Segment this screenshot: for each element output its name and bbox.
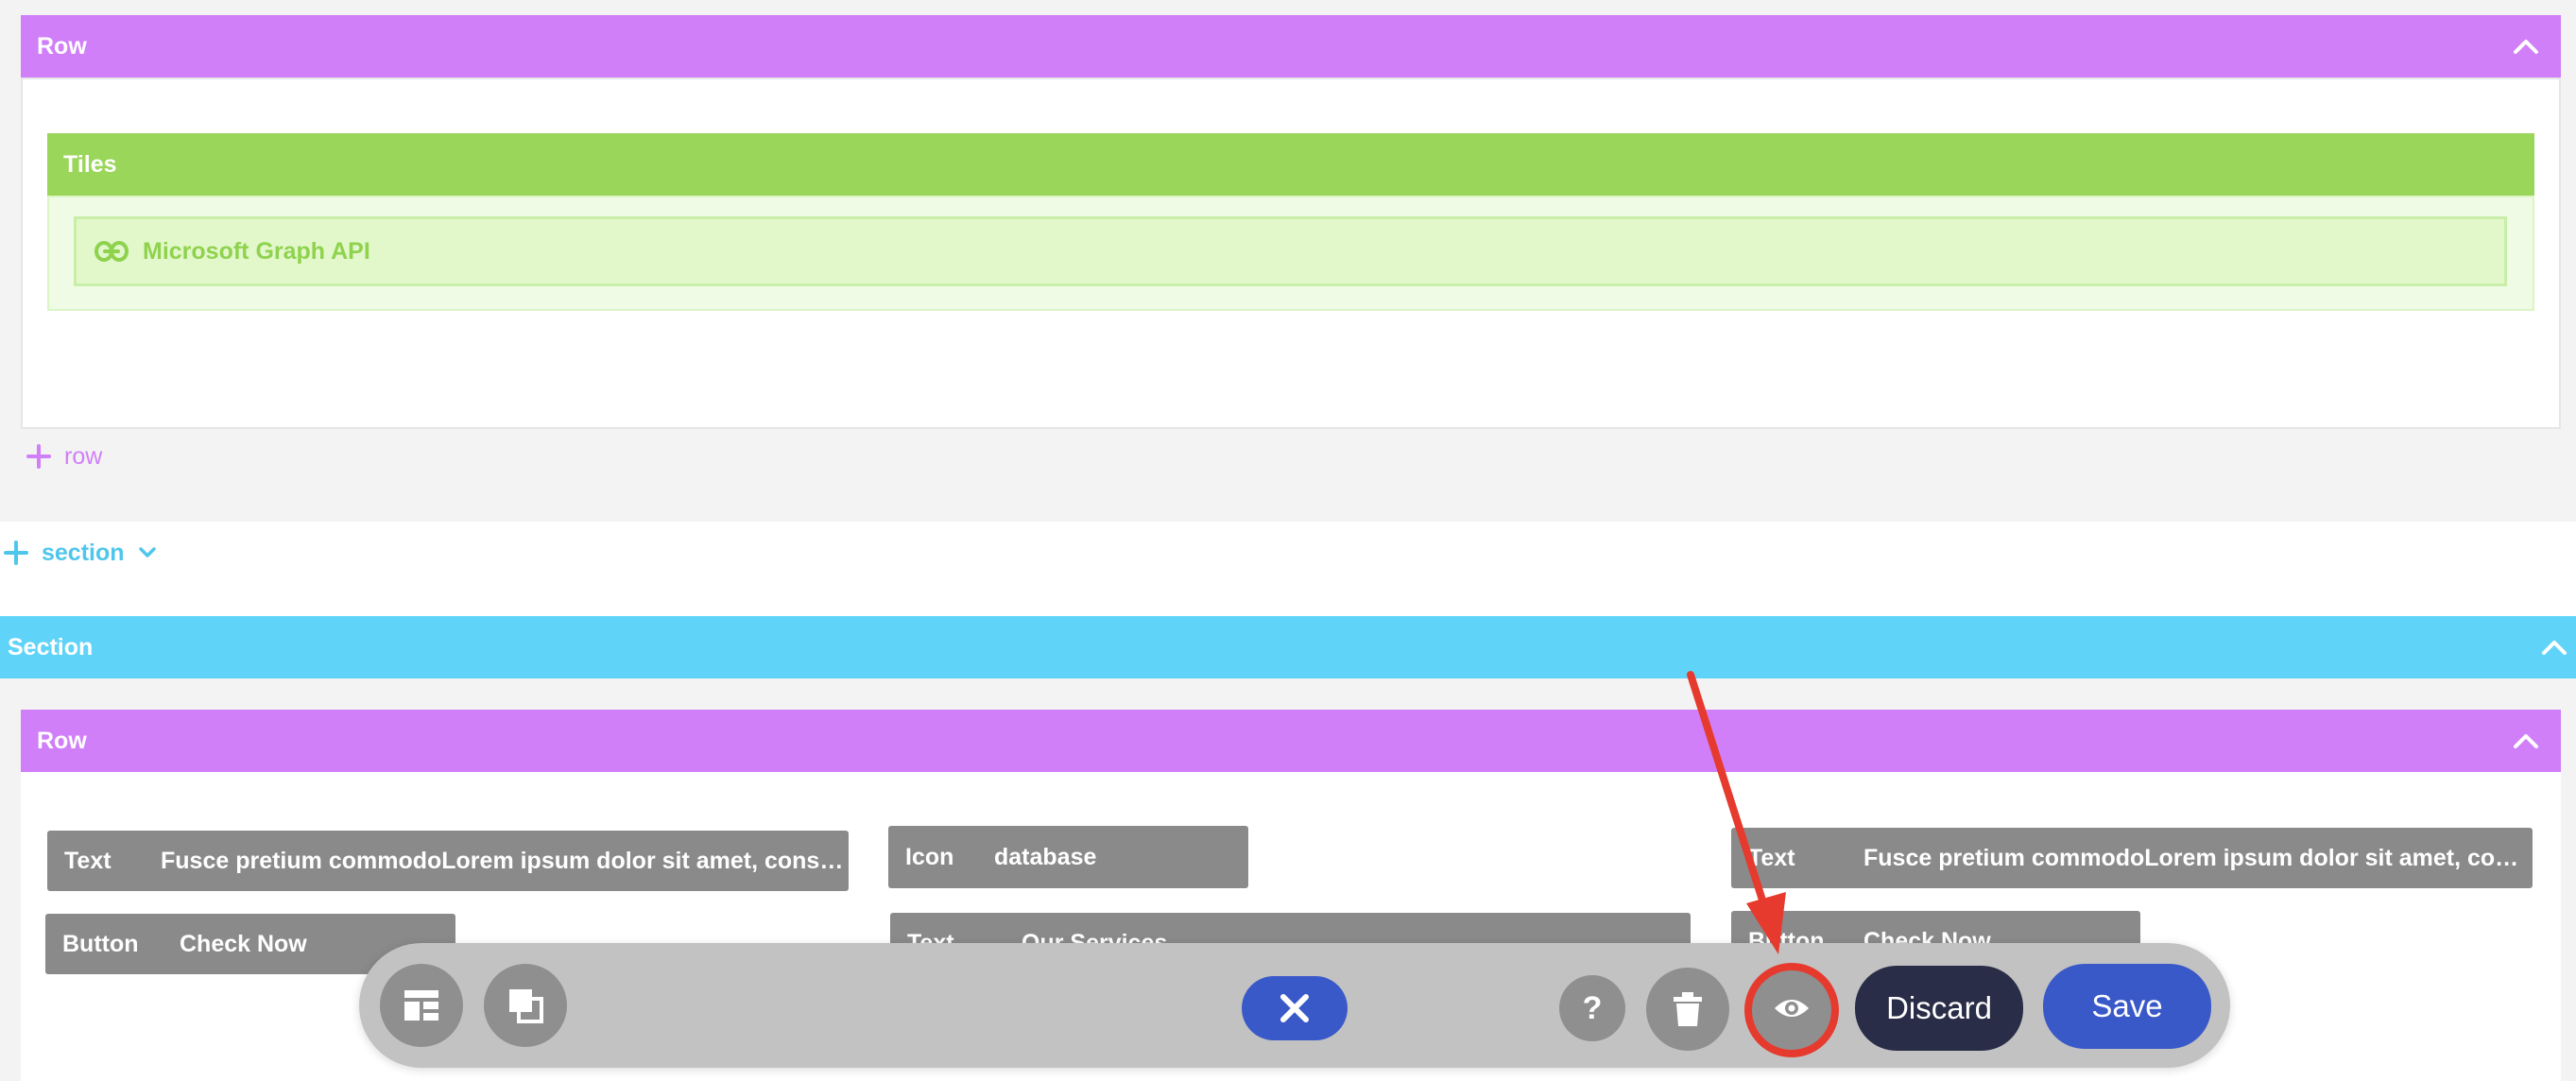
annotation-arrow [1687, 671, 1839, 1057]
